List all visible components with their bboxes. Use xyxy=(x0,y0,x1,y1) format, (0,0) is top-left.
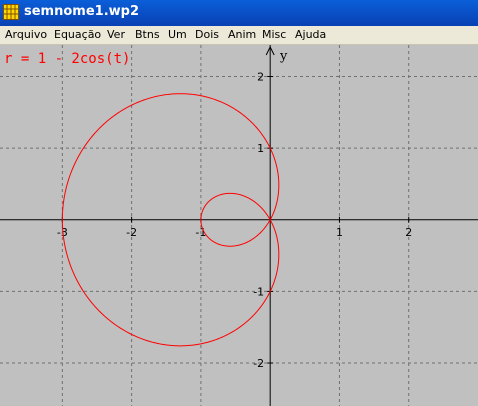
window-title: semnome1.wp2 xyxy=(24,4,139,19)
menu-equacao[interactable]: Equação xyxy=(54,28,101,41)
app-grid-icon xyxy=(3,4,19,20)
menu-um[interactable]: Um xyxy=(168,28,187,41)
menu-misc[interactable]: Misc xyxy=(262,28,286,41)
x-tick-label: -2 xyxy=(126,226,137,239)
title-bar: semnome1.wp2 xyxy=(0,0,478,26)
menu-ajuda[interactable]: Ajuda xyxy=(295,28,326,41)
y-tick-label: 1 xyxy=(257,142,264,155)
y-tick-label: 2 xyxy=(257,71,264,84)
menu-bar: Arquivo Equação Ver Btns Um Dois Anim Mi… xyxy=(0,26,478,45)
plot-canvas[interactable]: -3 -2 -1 1 221-1-2 r = 1 - 2cos(t) y xyxy=(0,45,478,406)
menu-arquivo[interactable]: Arquivo xyxy=(5,28,47,41)
equation-label: r = 1 - 2cos(t) xyxy=(4,51,130,67)
y-tick-label: -1 xyxy=(253,285,264,298)
y-axis-label: y xyxy=(279,49,288,64)
x-tick-label: 2 xyxy=(405,226,412,239)
x-tick-label: 1 xyxy=(336,226,343,239)
menu-ver[interactable]: Ver xyxy=(107,28,125,41)
menu-btns[interactable]: Btns xyxy=(135,28,160,41)
menu-anim[interactable]: Anim xyxy=(228,28,256,41)
menu-dois[interactable]: Dois xyxy=(195,28,219,41)
y-tick-label: -2 xyxy=(253,357,264,370)
